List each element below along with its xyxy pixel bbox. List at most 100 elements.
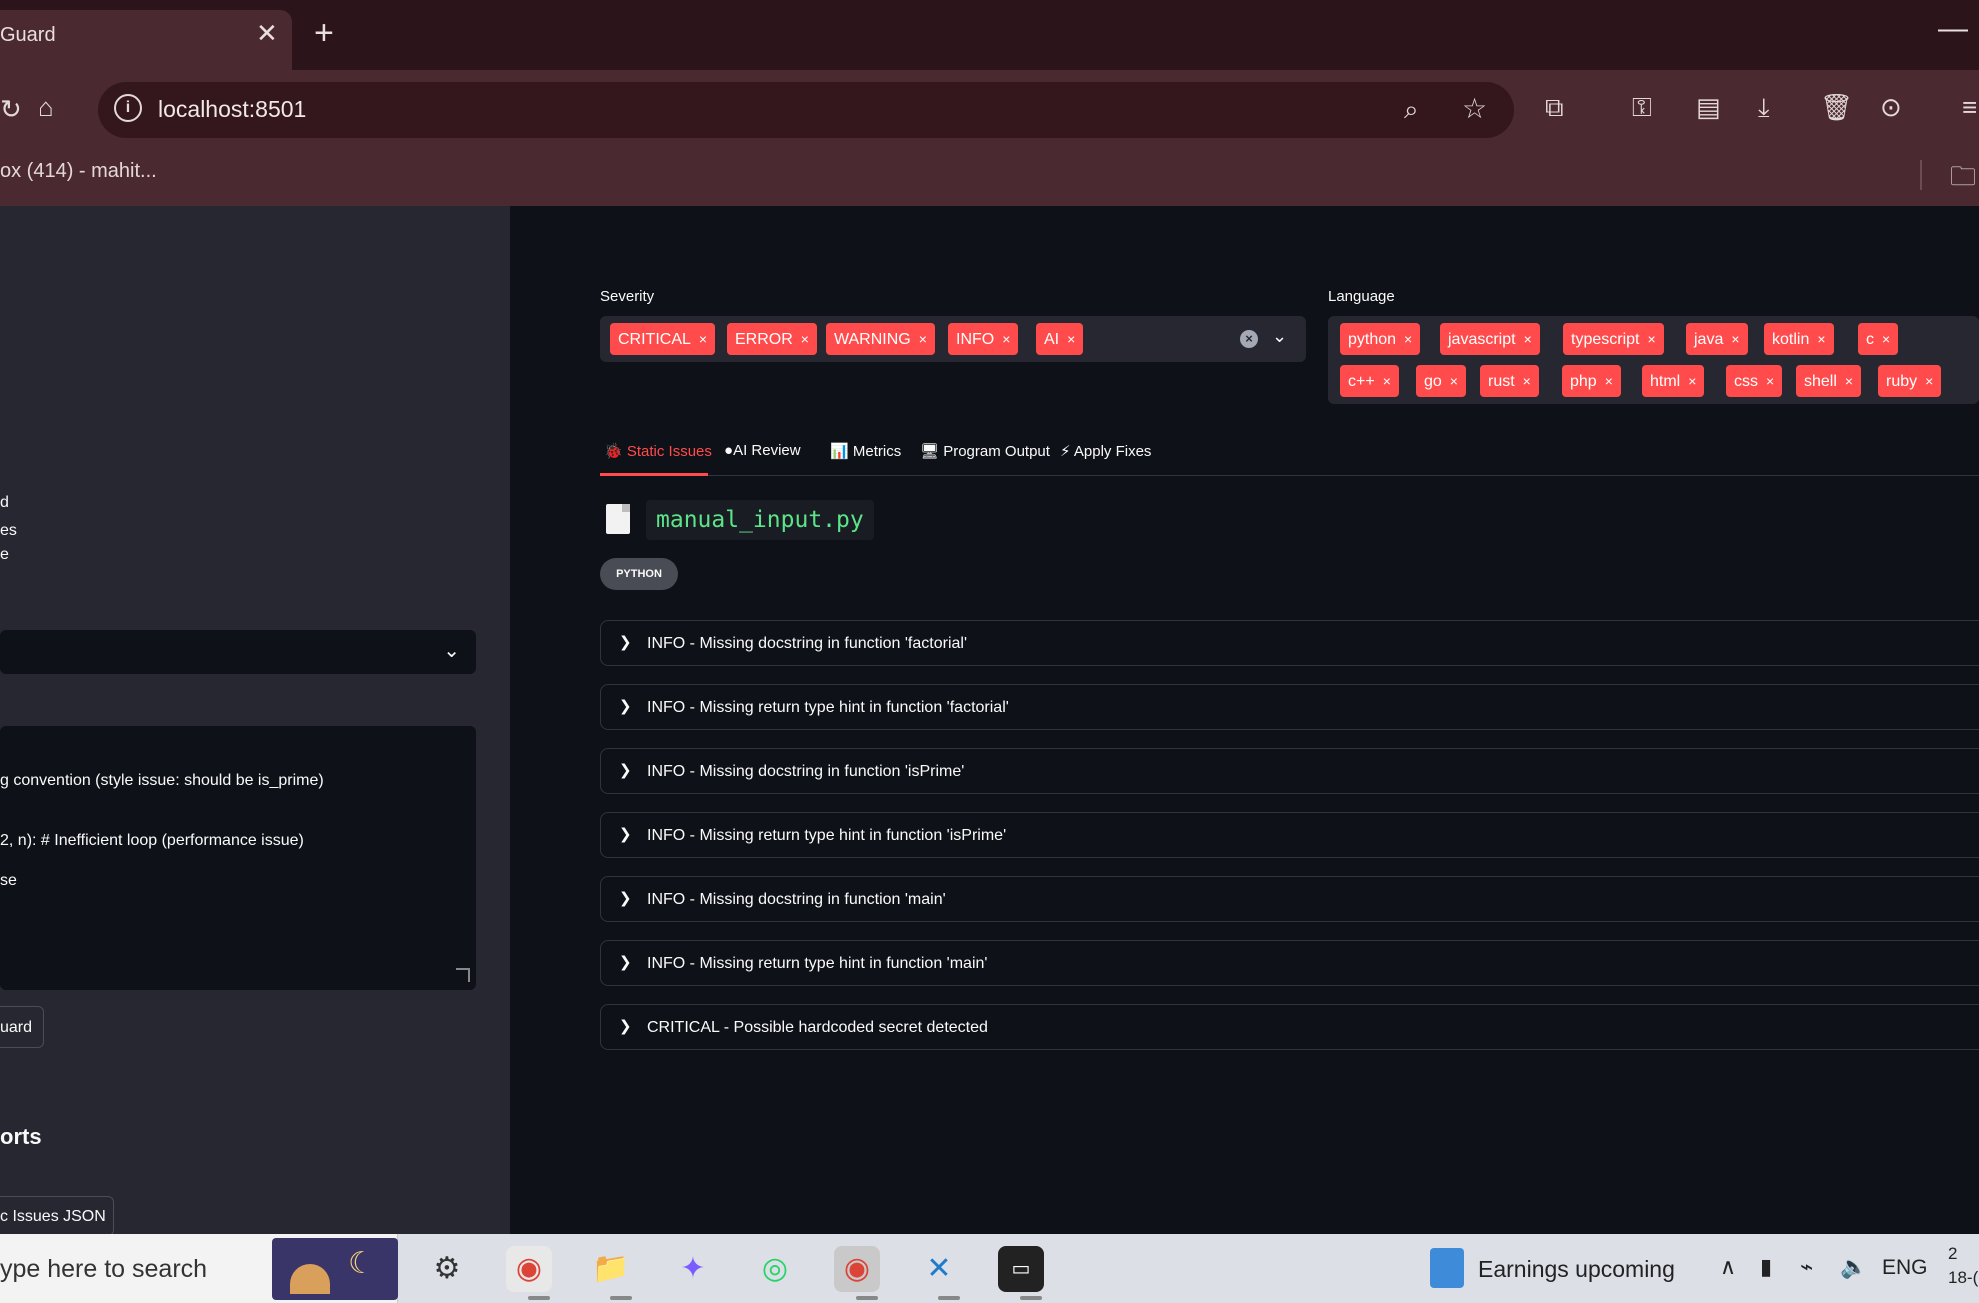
remove-chip-icon: × <box>1817 331 1826 347</box>
language-chip[interactable]: c++ × <box>1340 365 1399 397</box>
copilot-icon[interactable]: ✦ <box>670 1246 716 1292</box>
sidebar-option-fragment[interactable]: es <box>0 522 17 540</box>
language-chip[interactable]: javascript × <box>1440 323 1540 355</box>
severity-multiselect[interactable]: CRITICAL × ERROR × WARNING × INFO × AI × × ⌄ <box>600 316 1306 362</box>
tray-expand-icon[interactable]: ∧ <box>1720 1254 1736 1280</box>
code-line: g convention (style issue: should be is_… <box>0 772 324 789</box>
clock[interactable]: 2 18-( <box>1948 1242 1978 1290</box>
language-multiselect[interactable]: python × javascript × typescript × java × ko… <box>1328 316 1979 404</box>
language-chip[interactable]: shell × <box>1796 365 1862 397</box>
trash-icon[interactable]: 🗑 <box>1820 94 1853 120</box>
close-tab-icon[interactable]: ✕ <box>256 18 278 49</box>
issue-expander[interactable]: ❯ CRITICAL - Possible hardcoded secret d… <box>600 1004 1979 1050</box>
issue-title: INFO - Missing return type hint in funct… <box>647 955 988 972</box>
browser-tab-bar: Guard ✕ + — <box>0 0 1979 70</box>
severity-chip[interactable]: AI × <box>1036 323 1084 355</box>
chevron-right-icon: ❯ <box>619 1018 632 1035</box>
run-analysis-button[interactable]: uard <box>0 1006 44 1048</box>
tab-metrics[interactable]: 📊 Metrics <box>830 442 901 460</box>
tab-apply-fixes[interactable]: ⚡ Apply Fixes <box>1060 442 1151 460</box>
reading-list-icon[interactable]: ▤ <box>1696 94 1721 120</box>
remove-chip-icon: × <box>698 331 708 347</box>
severity-chip[interactable]: ERROR × <box>727 323 817 355</box>
remove-chip-icon: × <box>1925 373 1934 389</box>
issue-title: INFO - Missing docstring in function 'ma… <box>647 891 946 908</box>
folder-icon[interactable]: 🗀 <box>1950 158 1976 202</box>
issue-expander[interactable]: ❯ INFO - Missing return type hint in fun… <box>600 812 1979 858</box>
issue-expander[interactable]: ❯ INFO - Missing docstring in function '… <box>600 876 1979 922</box>
taskbar-search[interactable]: ype here to search ☾ <box>0 1234 398 1303</box>
code-input-area[interactable]: g convention (style issue: should be is_… <box>0 726 476 990</box>
taskbar-search-input[interactable]: ype here to search <box>0 1255 207 1284</box>
sidebar-option-fragment[interactable]: e <box>0 546 9 564</box>
download-issues-json-label: c Issues JSON <box>0 1208 106 1225</box>
search-highlight-image[interactable]: ☾ <box>272 1238 398 1300</box>
issue-expander[interactable]: ❯ INFO - Missing return type hint in fun… <box>600 684 1979 730</box>
extensions-icon[interactable]: ⧉ <box>1545 94 1564 120</box>
chrome-icon[interactable]: ◉ <box>506 1246 552 1292</box>
tab-program-output[interactable]: 🖥 Program Output <box>920 442 1050 460</box>
vscode-icon[interactable]: ✕ <box>916 1246 962 1292</box>
issue-expander[interactable]: ❯ INFO - Missing return type hint in fun… <box>600 940 1979 986</box>
issue-expander[interactable]: ❯ INFO - Missing docstring in function '… <box>600 620 1979 666</box>
language-chip[interactable]: rust × <box>1480 365 1539 397</box>
sidebar-select[interactable]: ⌄ <box>0 630 476 674</box>
chrome-profile-icon[interactable]: ◉ <box>834 1246 880 1292</box>
bookmark-star-icon[interactable]: ☆ <box>1462 92 1487 125</box>
language-chip[interactable]: go × <box>1416 365 1466 397</box>
severity-chip[interactable]: WARNING × <box>826 323 935 355</box>
settings-gear-icon[interactable]: ⚙ <box>424 1246 470 1292</box>
url-text[interactable]: localhost:8501 <box>158 96 306 123</box>
volume-icon[interactable]: 🔈 <box>1840 1254 1867 1280</box>
reload-icon[interactable]: ↻ <box>0 96 22 122</box>
language-chip[interactable]: php × <box>1562 365 1621 397</box>
language-chip[interactable]: ruby × <box>1878 365 1942 397</box>
new-tab-icon[interactable]: + <box>314 16 334 50</box>
browser-tab-title[interactable]: Guard <box>0 24 56 47</box>
address-bar[interactable]: i localhost:8501 ⌕ ☆ <box>98 82 1514 138</box>
remove-chip-icon: × <box>1882 331 1891 347</box>
clear-all-icon[interactable]: × <box>1240 330 1258 348</box>
language-chip[interactable]: java × <box>1686 323 1748 355</box>
running-indicator <box>1020 1296 1042 1300</box>
language-chip[interactable]: html × <box>1642 365 1705 397</box>
tab-ai-review[interactable]: ●AI Review <box>724 442 801 459</box>
sidebar-option-fragment[interactable]: d <box>0 494 9 512</box>
language-badge: PYTHON <box>600 558 678 590</box>
minimize-icon[interactable]: — <box>1938 14 1968 44</box>
download-icon[interactable]: ⤓ <box>1758 94 1770 120</box>
severity-chip[interactable]: INFO × <box>948 323 1019 355</box>
terminal-icon[interactable]: ▭ <box>998 1246 1044 1292</box>
home-icon[interactable]: ⌂ <box>38 94 54 120</box>
bookmark-item[interactable]: ox (414) - mahit... <box>0 160 157 183</box>
resize-handle-icon[interactable] <box>456 968 470 982</box>
severity-chip[interactable]: CRITICAL × <box>610 323 716 355</box>
clock-time: 2 <box>1948 1244 1958 1263</box>
language-chip[interactable]: kotlin × <box>1764 323 1834 355</box>
download-issues-json-button[interactable]: c Issues JSON <box>0 1196 114 1236</box>
remove-chip-icon: × <box>1523 331 1532 347</box>
language-chip[interactable]: typescript × <box>1563 323 1664 355</box>
news-icon[interactable] <box>1430 1248 1464 1288</box>
whatsapp-icon[interactable]: ◎ <box>752 1246 798 1292</box>
input-language[interactable]: ENG <box>1882 1256 1928 1280</box>
remove-chip-icon: × <box>1522 373 1531 389</box>
bug-icon: 🐞 <box>604 443 623 460</box>
network-icon[interactable]: ⌁ <box>1800 1254 1813 1280</box>
battery-icon[interactable]: ▮ <box>1760 1254 1772 1280</box>
file-icon <box>606 504 630 534</box>
language-chip[interactable]: python × <box>1340 323 1421 355</box>
site-info-icon[interactable]: i <box>114 94 142 122</box>
news-widget[interactable]: Earnings upcoming <box>1478 1256 1675 1283</box>
menu-icon[interactable]: ≡ <box>1962 94 1977 120</box>
file-explorer-icon[interactable]: 📁 <box>588 1246 634 1292</box>
screenshot-icon[interactable]: ⊙ <box>1880 94 1902 120</box>
zoom-icon[interactable]: ⌕ <box>1404 94 1419 126</box>
password-key-icon[interactable]: ⚿ <box>1632 94 1652 120</box>
chevron-down-icon[interactable]: ⌄ <box>1272 326 1287 347</box>
tab-static-issues[interactable]: 🐞 Static Issues <box>604 442 712 460</box>
clock-date: 18-( <box>1948 1268 1979 1287</box>
issue-expander[interactable]: ❯ INFO - Missing docstring in function '… <box>600 748 1979 794</box>
language-chip[interactable]: c × <box>1858 323 1899 355</box>
language-chip[interactable]: css × <box>1726 365 1783 397</box>
